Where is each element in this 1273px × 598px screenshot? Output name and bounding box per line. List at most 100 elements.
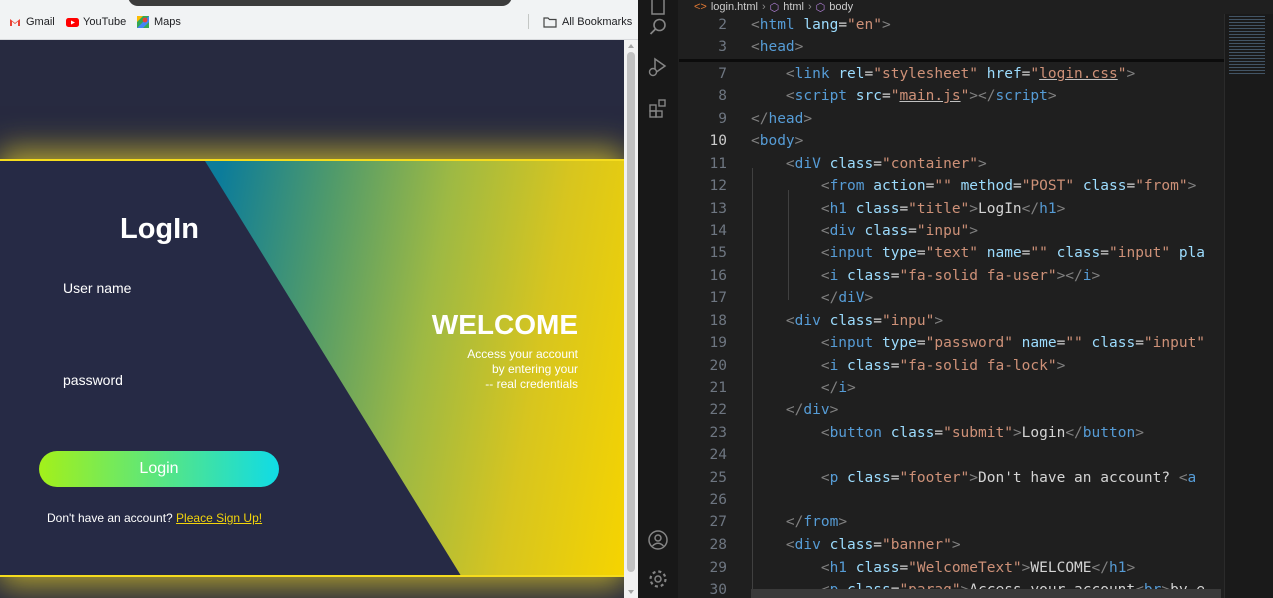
code-line[interactable]: 17 </diV> [679,287,1224,309]
code-text: </i> [820,380,856,396]
code-line[interactable]: 21 </i> [679,377,1224,399]
line-number: 2 [718,17,727,33]
bookmark-maps[interactable]: Maps [137,15,181,29]
code-area[interactable]: 2 <html lang="en"> 3 <head> 7 <link rel="sty… [679,14,1224,598]
code-line[interactable]: 16 <i class="fa-solid fa-user"></i> [679,265,1224,287]
line-number: 12 [709,178,727,194]
line-number: 28 [709,537,727,553]
code-line[interactable]: 20 <i class="fa-solid fa-lock"> [679,355,1224,377]
password-input[interactable] [63,391,293,421]
line-number: 20 [709,358,727,374]
line-number: 16 [709,268,727,284]
line-number: 13 [709,201,727,217]
code-text: <diV class="container"> [785,156,987,172]
code-text: <i class="fa-solid fa-lock"> [820,358,1066,374]
line-number: 21 [709,380,727,396]
settings-gear-icon[interactable] [647,568,669,590]
all-bookmarks-button[interactable]: All Bookmarks [543,15,632,29]
address-bar[interactable] [128,0,512,6]
line-number: 22 [709,402,727,418]
explorer-icon[interactable] [647,0,669,16]
chevron-right-icon: › [808,1,812,13]
search-icon[interactable] [647,16,669,38]
welcome-text-line: -- real credentials [485,377,578,391]
line-number: 25 [709,470,727,486]
code-line[interactable]: 3 <head> [679,36,1224,58]
code-text: <input type="text" name="" class="input"… [820,245,1206,261]
code-text: <h1 class="WelcomeText">WELCOME</h1> [820,560,1136,576]
bookmark-gmail[interactable]: Gmail [9,15,55,29]
accounts-icon[interactable] [647,529,669,551]
username-input[interactable] [63,299,293,329]
line-number: 11 [709,156,727,172]
bookmarks-separator [528,14,529,29]
code-line[interactable]: 7 <link rel="stylesheet" href="login.css… [679,63,1224,85]
bookmark-label: All Bookmarks [562,16,633,28]
line-number: 9 [718,111,727,127]
line-number: 18 [709,313,727,329]
code-line[interactable]: 13 <h1 class="title">LogIn</h1> [679,198,1224,220]
code-line[interactable]: 28 <div class="banner"> [679,534,1224,556]
code-line[interactable]: 11 <diV class="container"> [679,153,1224,175]
breadcrumb-item[interactable]: login.html [711,1,758,13]
line-number: 29 [709,560,727,576]
code-line[interactable]: 18 <div class="inpu"> [679,310,1224,332]
code-text: </from> [785,514,848,530]
code-line[interactable]: 14 <div class="inpu"> [679,220,1224,242]
footer-text: Don't have an account? [47,511,177,525]
bookmark-label: Maps [154,16,181,28]
line-number: 30 [709,582,727,598]
code-line[interactable]: 10 <body> [679,130,1224,152]
bookmark-label: Gmail [26,16,55,28]
html-file-icon: <> [694,1,707,13]
code-line[interactable]: 25 <p class="footer">Don't have an accou… [679,467,1224,489]
code-text: <input type="password" name="" class="in… [820,335,1206,351]
code-line[interactable]: 19 <input type="password" name="" class=… [679,332,1224,354]
code-line[interactable]: 12 <from action="" method="POST" class="… [679,175,1224,197]
code-line[interactable]: 24 [679,444,1224,466]
code-text: <div class="banner"> [785,537,961,553]
login-button[interactable]: Login [39,451,279,487]
scroll-down-arrow-icon[interactable] [628,590,634,594]
welcome-text-line: Access your account [467,347,578,361]
code-line[interactable]: 26 [679,489,1224,511]
code-text: <body> [751,133,804,149]
line-number: 3 [718,39,727,55]
youtube-icon [66,16,79,28]
code-line[interactable]: 9 </head> [679,108,1224,130]
code-text: <i class="fa-solid fa-user"></i> [820,268,1101,284]
code-line[interactable]: 23 <button class="submit">Login</button> [679,422,1224,444]
bookmark-youtube[interactable]: YouTube [66,15,126,29]
run-and-debug-icon[interactable] [647,56,669,78]
scroll-up-arrow-icon[interactable] [628,44,634,48]
code-text: <head> [751,39,804,55]
minimap[interactable] [1224,14,1273,598]
code-line[interactable]: 27 </from> [679,511,1224,533]
page-scrollbar[interactable] [624,40,638,598]
welcome-text-line: by entering your [491,362,578,376]
web-page: LogIn User name password Login Don't hav… [0,40,624,598]
scrollbar-thumb[interactable] [627,52,635,572]
code-line[interactable]: 8 <script src="main.js"></script> [679,85,1224,107]
breadcrumb-item[interactable]: body [829,1,853,13]
horizontal-scrollbar[interactable] [751,589,1221,598]
code-line[interactable]: 22 </div> [679,399,1224,421]
minimap-preview [1229,16,1265,76]
code-text: <html lang="en"> [751,17,891,33]
signup-link[interactable]: Pleace Sign Up! [176,511,262,525]
code-line[interactable]: 15 <input type="text" name="" class="inp… [679,242,1224,264]
extensions-icon[interactable] [647,97,669,119]
username-label: User name [63,280,132,296]
code-line[interactable]: 2 <html lang="en"> [679,14,1224,36]
code-text: <script src="main.js"></script> [785,88,1057,104]
code-text: <div class="inpu"> [820,223,979,239]
code-text: <p class="footer">Don't have an account?… [820,470,1197,486]
code-line[interactable]: 29 <h1 class="WelcomeText">WELCOME</h1> [679,557,1224,579]
line-number: 17 [709,290,727,306]
line-number: 27 [709,514,727,530]
breadcrumb-item[interactable]: html [783,1,804,13]
code-text: </diV> [820,290,874,306]
folder-icon [543,16,557,28]
login-container: LogIn User name password Login Don't hav… [0,159,624,577]
line-number: 24 [709,447,727,463]
